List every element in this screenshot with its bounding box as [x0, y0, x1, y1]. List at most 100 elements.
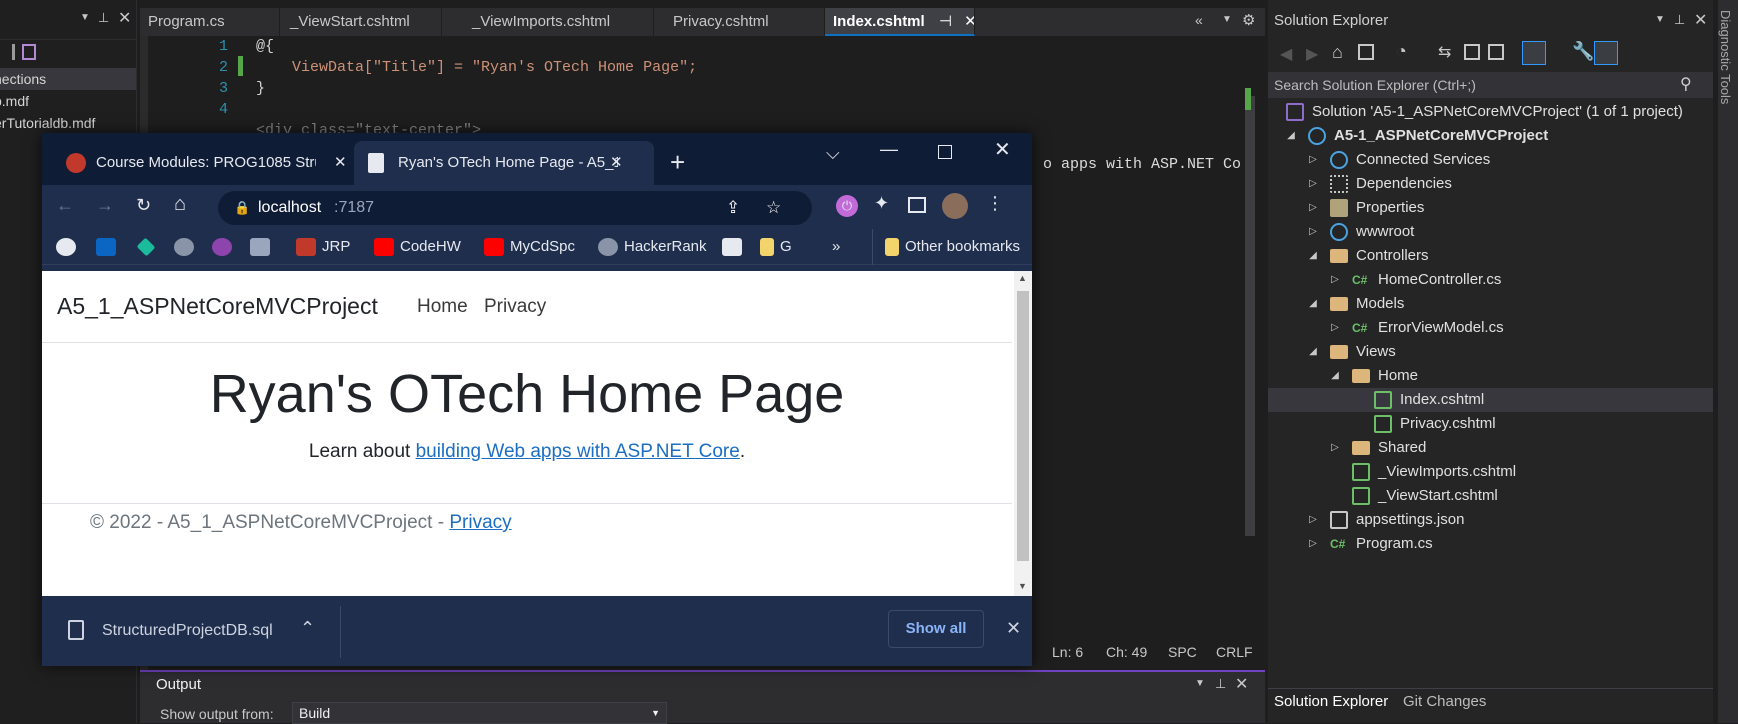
- chevron-up-icon[interactable]: ⌃: [300, 618, 315, 639]
- line-ending-indicator[interactable]: CRLF: [1216, 644, 1253, 660]
- collapsed-arrow-icon[interactable]: ▷: [1328, 316, 1342, 340]
- home-icon[interactable]: ⌂: [1332, 42, 1343, 63]
- close-icon[interactable]: ✕: [964, 13, 974, 30]
- scroll-down-arrow-icon[interactable]: ▼: [1018, 581, 1027, 591]
- forward-icon[interactable]: ▶: [1306, 44, 1318, 64]
- tab-viewimports[interactable]: _ViewImports.cshtml: [464, 8, 654, 36]
- scroll-up-arrow-icon[interactable]: ▲: [1018, 273, 1027, 283]
- tab-search-icon[interactable]: ⌵: [826, 143, 840, 164]
- pin-icon[interactable]: ⊥: [1215, 676, 1226, 692]
- nav-home-link[interactable]: Home: [417, 296, 468, 318]
- side-panel-icon[interactable]: [908, 197, 926, 213]
- more-bookmarks-chevron[interactable]: »: [832, 229, 840, 265]
- browser-tab-home-page[interactable]: Ryan's OTech Home Page - A5_1_ ✕: [354, 141, 654, 185]
- tree-item-tutorial-mdf[interactable]: erTutorialdb.mdf: [0, 112, 136, 134]
- avatar[interactable]: [942, 193, 968, 219]
- tree-item-viewstart[interactable]: _ViewStart.cshtml: [1268, 484, 1713, 508]
- pending-changes-icon[interactable]: ◔: [1396, 41, 1407, 62]
- column-indicator[interactable]: Ch: 49: [1106, 644, 1147, 660]
- collapsed-arrow-icon[interactable]: ▷: [1306, 220, 1320, 244]
- dropdown-arrow-icon[interactable]: ▼: [80, 12, 90, 23]
- bookmark-star-icon[interactable]: ☆: [766, 191, 781, 225]
- nav-privacy-link[interactable]: Privacy: [484, 296, 546, 318]
- github-icon[interactable]: [56, 229, 82, 265]
- collapse-all-icon[interactable]: [1464, 44, 1480, 60]
- close-window-icon[interactable]: ✕: [994, 137, 1011, 162]
- editor-scrollbar[interactable]: [1245, 96, 1255, 536]
- sync-icon[interactable]: ⇆: [1438, 42, 1451, 62]
- tab-overflow-icon[interactable]: «: [1195, 12, 1203, 28]
- tab-viewstart[interactable]: _ViewStart.cshtml: [282, 8, 442, 36]
- preview-icon[interactable]: [1594, 41, 1618, 65]
- tree-item-home-folder[interactable]: ◢ Home: [1268, 364, 1713, 388]
- dropdown-arrow-icon[interactable]: ▼: [1222, 14, 1232, 25]
- download-file-name[interactable]: StructuredProjectDB.sql: [102, 622, 273, 640]
- tree-item-mdf[interactable]: b.mdf: [0, 90, 136, 112]
- filter-icon[interactable]: [1522, 41, 1546, 65]
- properties-wrench-icon[interactable]: 🔧: [1572, 41, 1594, 62]
- bookmark-g[interactable]: G: [760, 229, 792, 265]
- diamond-icon[interactable]: [136, 229, 162, 265]
- line-indicator[interactable]: Ln: 6: [1052, 644, 1083, 660]
- tree-item-index-cshtml[interactable]: Index.cshtml: [1268, 388, 1713, 412]
- aspnet-docs-link[interactable]: building Web apps with ASP.NET Core: [416, 441, 740, 462]
- collapsed-arrow-icon[interactable]: ▷: [1306, 508, 1320, 532]
- collapsed-arrow-icon[interactable]: ▷: [1306, 172, 1320, 196]
- share-icon[interactable]: ⇪: [726, 191, 740, 225]
- tree-item-wwwroot[interactable]: ▷ wwwroot: [1268, 220, 1713, 244]
- bookmark-hackerrank[interactable]: HackerRank: [598, 229, 707, 265]
- document-icon[interactable]: [250, 229, 276, 265]
- footer-privacy-link[interactable]: Privacy: [449, 512, 511, 533]
- bookmark-codehw[interactable]: CodeHW: [374, 229, 461, 265]
- reload-icon[interactable]: ↻: [136, 195, 151, 216]
- pin-icon[interactable]: ⊣: [939, 13, 952, 30]
- bookmark-mycdspc[interactable]: MyCdSpc: [484, 229, 575, 265]
- globe-icon[interactable]: [174, 229, 200, 265]
- web-page-viewport[interactable]: A5_1_ASPNetCoreMVCProject Home Privacy R…: [42, 271, 1032, 596]
- close-icon[interactable]: ✕: [334, 141, 347, 185]
- purple-app-icon[interactable]: [212, 229, 238, 265]
- pin-icon[interactable]: ⊥: [1674, 12, 1685, 28]
- close-icon[interactable]: ✕: [1235, 674, 1248, 694]
- show-all-downloads-button[interactable]: Show all: [888, 610, 984, 648]
- dropdown-arrow-icon[interactable]: ▼: [1195, 678, 1205, 689]
- expanded-arrow-icon[interactable]: ◢: [1306, 292, 1320, 316]
- expanded-arrow-icon[interactable]: ◢: [1328, 364, 1342, 388]
- menu-kebab-icon[interactable]: ⋮: [986, 193, 1004, 214]
- linkedin-icon[interactable]: [96, 229, 122, 265]
- dropdown-arrow-icon[interactable]: ▼: [1655, 14, 1665, 25]
- tab-index-cshtml[interactable]: Index.cshtml ⊣ ✕: [825, 8, 975, 36]
- expanded-arrow-icon[interactable]: ◢: [1306, 340, 1320, 364]
- collapsed-arrow-icon[interactable]: ▷: [1328, 268, 1342, 292]
- page-scrollbar[interactable]: ▲ ▼: [1014, 271, 1032, 596]
- close-icon[interactable]: ✕: [1694, 10, 1707, 30]
- bookmark-jrp[interactable]: JRP: [296, 229, 350, 265]
- tree-item-viewimports[interactable]: _ViewImports.cshtml: [1268, 460, 1713, 484]
- tree-item-project[interactable]: ◢ A5-1_ASPNetCoreMVCProject: [1268, 124, 1713, 148]
- whitespace-indicator[interactable]: SPC: [1168, 644, 1197, 660]
- tree-item-homecontroller[interactable]: ▷ C# HomeController.cs: [1268, 268, 1713, 292]
- tree-item-connected-services[interactable]: ▷ Connected Services: [1268, 148, 1713, 172]
- maximize-icon[interactable]: [938, 145, 952, 159]
- tree-item-shared[interactable]: ▷ Shared: [1268, 436, 1713, 460]
- toolbar-icon[interactable]: [12, 44, 15, 60]
- expanded-arrow-icon[interactable]: ◢: [1284, 124, 1298, 148]
- back-icon[interactable]: ◀: [1280, 44, 1292, 64]
- tab-privacy-cshtml[interactable]: Privacy.cshtml: [665, 8, 825, 36]
- close-icon[interactable]: ✕: [118, 8, 131, 28]
- output-source-select[interactable]: Build ▼: [292, 702, 667, 724]
- pin-icon[interactable]: ⊥: [98, 10, 109, 26]
- bookmark-other[interactable]: Other bookmarks: [872, 229, 1020, 265]
- collapsed-arrow-icon[interactable]: ▷: [1306, 532, 1320, 556]
- solution-search-input[interactable]: Search Solution Explorer (Ctrl+;) ⚲: [1268, 72, 1713, 98]
- extension-power-icon[interactable]: ⏻: [836, 195, 858, 217]
- tree-item-program-cs[interactable]: ▷ C# Program.cs: [1268, 532, 1713, 556]
- extensions-puzzle-icon[interactable]: ✦: [874, 193, 889, 214]
- tree-item-views[interactable]: ◢ Views: [1268, 340, 1713, 364]
- tab-solution-explorer[interactable]: Solution Explorer: [1274, 693, 1388, 710]
- tree-item-properties[interactable]: ▷ Properties: [1268, 196, 1713, 220]
- tab-git-changes[interactable]: Git Changes: [1403, 693, 1486, 710]
- tab-program-cs[interactable]: Program.cs: [140, 8, 280, 36]
- tree-item-solution[interactable]: Solution 'A5-1_ASPNetCoreMVCProject' (1 …: [1268, 100, 1713, 124]
- scrollbar-thumb[interactable]: [1017, 291, 1029, 561]
